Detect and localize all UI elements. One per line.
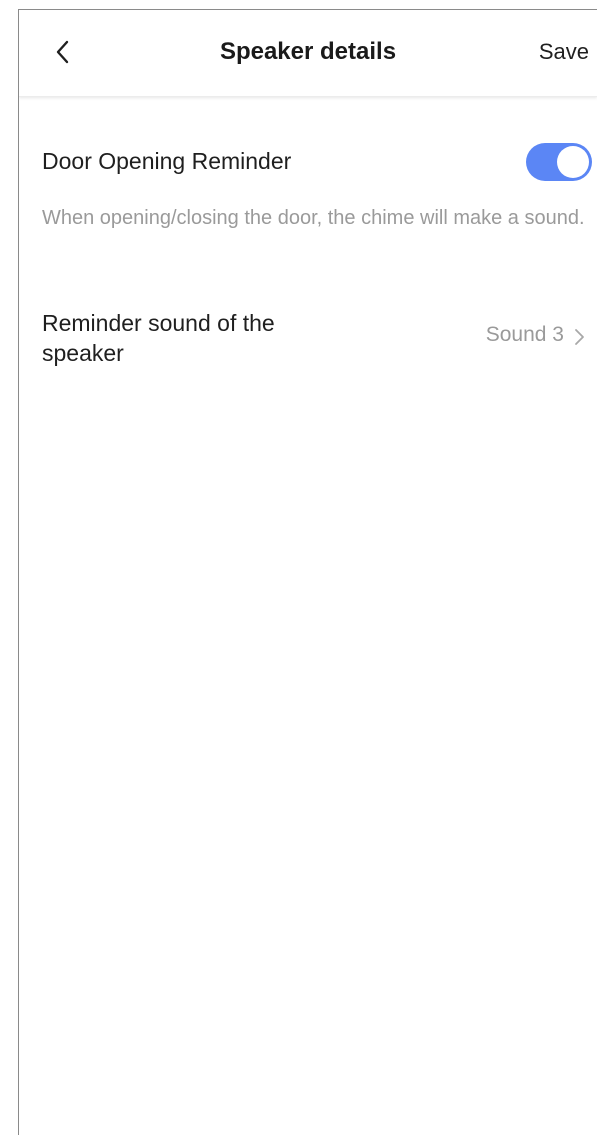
page-title: Speaker details xyxy=(219,38,397,65)
door-opening-reminder-label: Door Opening Reminder xyxy=(42,148,292,174)
speaker-details-screen: Speaker details Save Door Opening Remind… xyxy=(18,9,597,1135)
toggle-knob xyxy=(557,146,589,178)
reminder-sound-value: Sound 3 xyxy=(485,323,564,346)
door-opening-reminder-description: When opening/closing the door, the chime… xyxy=(42,207,585,229)
door-opening-reminder-toggle[interactable] xyxy=(526,143,592,181)
reminder-sound-label: Reminder sound of the speaker xyxy=(42,310,275,366)
save-button[interactable]: Save xyxy=(539,10,589,96)
top-app-bar: Speaker details Save xyxy=(19,10,597,97)
reminder-sound-row[interactable]: Reminder sound of the speaker Sound 3 xyxy=(42,308,590,368)
chevron-right-icon xyxy=(575,329,584,345)
door-opening-reminder-row: Door Opening Reminder xyxy=(42,142,592,182)
